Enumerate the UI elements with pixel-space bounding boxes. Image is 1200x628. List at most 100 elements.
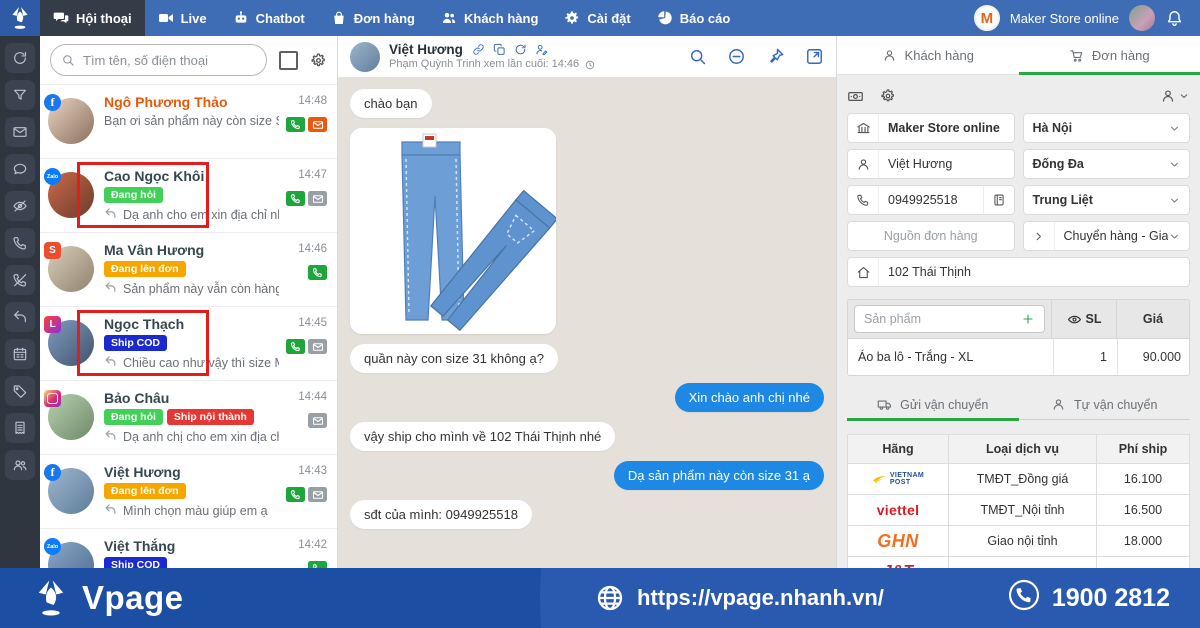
product-table-header: Sản phẩm SL Giá <box>848 300 1189 338</box>
footer-url[interactable]: https://vpage.nhanh.vn/ <box>595 583 884 613</box>
robot-icon <box>233 10 249 26</box>
ship-rate-row[interactable]: viettel TMĐT_Nội tỉnh 16.500 <box>848 495 1190 526</box>
ship-rate-row[interactable]: VIETNAMPOST TMĐT_Đồng giá 16.100 <box>848 464 1190 495</box>
rail-users-button[interactable] <box>5 450 35 480</box>
ship-tab-0[interactable]: Gửi vận chuyển <box>847 390 1019 419</box>
district-value: Đống Đa <box>1024 157 1169 171</box>
user-avatar[interactable] <box>1129 5 1155 31</box>
shipping-method-select[interactable]: Chuyển hàng - Giao <box>1023 221 1191 251</box>
ship-fee: 16.500 <box>1097 495 1190 526</box>
conversation-time: 14:48 <box>298 95 327 107</box>
link-icon[interactable] <box>472 43 485 56</box>
conversation-time: 14:43 <box>298 465 327 477</box>
product-row[interactable]: Áo ba lô - Trắng - XL 1 90.000 <box>848 338 1189 375</box>
phone-status-icon <box>286 339 305 354</box>
search-icon[interactable] <box>688 47 707 66</box>
conversation-tag: Đang hỏi <box>104 409 163 425</box>
chat-toolbar <box>688 47 824 66</box>
zalo-channel-icon: Zalo <box>44 538 61 555</box>
phone-field[interactable]: 0949925518 <box>847 185 1015 215</box>
zalo-channel-icon: Zalo <box>44 168 61 185</box>
top-navbar: Hội thoại Live Chatbot Đơn hàng Khách hà… <box>0 0 1200 36</box>
rail-phone-button[interactable] <box>5 228 35 258</box>
external-icon[interactable] <box>805 47 824 66</box>
nav-item-5[interactable]: Cài đặt <box>551 0 643 36</box>
conversation-item[interactable]: f 14:48 Ngô Phương Thảo Bạn ơi sản phẩm … <box>40 84 337 158</box>
mail-status-icon <box>308 413 327 428</box>
history-icon[interactable] <box>584 59 596 71</box>
order-source-input[interactable]: Nguồn đơn hàng <box>847 221 1015 251</box>
refresh-icon[interactable] <box>514 43 527 56</box>
conversation-item[interactable]: 14:44 Bảo Châu Đang hỏiShip nội thành Dạ… <box>40 380 337 454</box>
assignee-selector[interactable] <box>1160 88 1190 104</box>
contact-book-icon[interactable] <box>983 186 1014 214</box>
chevron-down-icon <box>1168 158 1189 171</box>
conversation-name: Ngọc Thạch <box>104 316 279 332</box>
conversation-tag: Ship COD <box>104 335 167 351</box>
mail-status-icon <box>308 487 327 502</box>
eye-icon[interactable] <box>1067 312 1082 327</box>
footer-hotline[interactable]: 1900 2812 <box>1008 579 1170 618</box>
order-panel-tabs: Khách hàng Đơn hàng <box>837 36 1200 75</box>
rail-chat-bubble-button[interactable] <box>5 154 35 184</box>
nav-item-4[interactable]: Khách hàng <box>428 0 551 36</box>
rail-tag-button[interactable] <box>5 376 35 406</box>
ship-rate-row[interactable]: J&T <box>848 557 1190 569</box>
add-product-icon[interactable] <box>1021 312 1035 326</box>
product-search-input[interactable]: Sản phẩm <box>854 305 1045 333</box>
rail-receipt-button[interactable] <box>5 413 35 443</box>
pin-icon[interactable] <box>766 47 785 66</box>
list-settings-gear-icon[interactable] <box>310 52 327 69</box>
order-settings-gear-icon[interactable] <box>880 88 896 104</box>
panel-tab-1[interactable]: Đơn hàng <box>1019 36 1200 74</box>
nav-item-0[interactable]: Hội thoại <box>40 0 145 36</box>
phone-status-icon <box>286 487 305 502</box>
conversation-item[interactable]: Zalo 14:42 Việt Thắng Ship COD <box>40 528 337 568</box>
payment-icon[interactable] <box>847 88 864 105</box>
store-field[interactable]: Maker Store online <box>847 113 1015 143</box>
ship-tab-1[interactable]: Tự vận chuyển <box>1019 390 1191 419</box>
ship-rate-row[interactable]: GHN Giao nội tỉnh 18.000 <box>848 526 1190 557</box>
district-select[interactable]: Đống Đa <box>1023 149 1191 179</box>
minus-circle-icon[interactable] <box>727 47 746 66</box>
nav-item-3[interactable]: Đơn hàng <box>318 0 428 36</box>
address-field[interactable]: 102 Thái Thịnh <box>847 257 1190 287</box>
conversation-item[interactable]: S 14:46 Ma Vân Hương Đang lên đơn Sản ph… <box>40 232 337 306</box>
store-name[interactable]: Maker Store online <box>1010 11 1119 26</box>
product-name: Áo ba lô - Trắng - XL <box>848 339 1053 375</box>
phone-off-icon <box>12 272 28 288</box>
product-image[interactable] <box>350 128 556 334</box>
rail-eye-off-button[interactable] <box>5 191 35 221</box>
nav-item-2[interactable]: Chatbot <box>220 0 318 36</box>
city-select[interactable]: Hà Nội <box>1023 113 1191 143</box>
user-edit-icon[interactable] <box>535 43 548 56</box>
rail-phone-off-button[interactable] <box>5 265 35 295</box>
conversation-item[interactable]: Zalo 14:47 Cao Ngọc Khôi Đang hỏi Dạ anh… <box>40 158 337 232</box>
chat-bubble-in: chào bạn <box>350 89 432 118</box>
rail-calendar-button[interactable] <box>5 339 35 369</box>
pie-icon <box>657 10 673 26</box>
vpage-logo-icon[interactable] <box>0 0 40 36</box>
cart-icon <box>1069 48 1084 63</box>
conversation-item[interactable]: f 14:43 Việt Hương Đang lên đơn Mình chọ… <box>40 454 337 528</box>
nav-item-1[interactable]: Live <box>145 0 220 36</box>
rail-funnel-button[interactable] <box>5 80 35 110</box>
search-input[interactable]: Tìm tên, số điện thoại <box>50 44 267 76</box>
rail-refresh-button[interactable] <box>5 43 35 73</box>
conversation-item[interactable]: L 14:45 Ngọc Thạch Ship COD Chiều cao nh… <box>40 306 337 380</box>
copy-icon[interactable] <box>493 43 506 56</box>
customer-field[interactable]: Việt Hương <box>847 149 1015 179</box>
rail-reply-button[interactable] <box>5 302 35 332</box>
notifications-bell-icon[interactable] <box>1165 9 1184 28</box>
message-history: chào bạn quần này con size 31 không ạ?Xi… <box>338 78 836 568</box>
select-all-checkbox[interactable] <box>279 51 298 70</box>
nav-item-6[interactable]: Báo cáo <box>644 0 744 36</box>
panel-tab-0[interactable]: Khách hàng <box>837 36 1019 74</box>
chat-contact-avatar[interactable] <box>350 42 380 72</box>
conversation-tag: Đang lên đơn <box>104 261 186 277</box>
ward-select[interactable]: Trung Liệt <box>1023 185 1191 215</box>
conversation-name: Việt Thắng <box>104 538 279 554</box>
rail-mail-button[interactable] <box>5 117 35 147</box>
product-search-placeholder: Sản phẩm <box>864 312 921 326</box>
chat-filled-icon <box>53 10 69 26</box>
